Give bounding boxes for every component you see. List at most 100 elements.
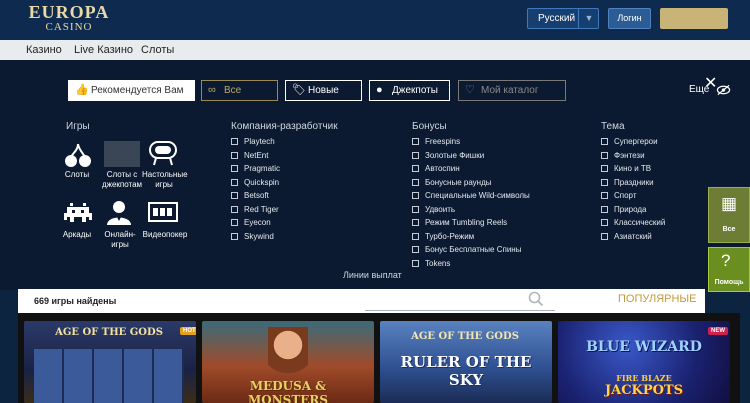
checkbox[interactable] [412,246,419,253]
checkbox[interactable] [601,232,608,240]
checkbox[interactable] [231,192,238,199]
search-input[interactable] [365,310,555,311]
theme-checkbox-row[interactable]: Праздники [601,178,654,188]
provider-checkbox-row[interactable]: Pragmatic [231,164,280,174]
bonuses-heading: Бонусы [412,121,447,132]
help-side-label: Помощь [714,279,744,286]
game-title: MEDUSA & MONSTERS [247,379,329,403]
register-button[interactable] [660,8,728,29]
checkbox[interactable] [601,205,608,213]
checkbox[interactable] [601,219,608,226]
bonus-checkbox-row[interactable]: Бонусные раунды [412,178,492,188]
main-nav: Казино Live Казино Слоты [0,40,750,60]
bonus-option-label: Бонус Бесплатные Спины [425,245,522,254]
checkbox[interactable] [601,138,608,145]
game-card-age-of-the-gods[interactable]: AGE OF THE GODS HOT [24,321,196,403]
theme-checkbox-row[interactable]: Кино и ТВ [601,164,651,174]
checkbox[interactable] [231,178,238,186]
game-type-video-poker[interactable]: Видеопокер [142,230,188,240]
all-games-side-button[interactable]: ▦ Все [708,187,750,243]
theme-checkbox-row[interactable]: Классический [601,218,665,228]
bonus-option-label: Режим Tumbling Reels [425,218,508,227]
bonus-checkbox-row[interactable]: Золотые Фишки [412,151,484,161]
nav-item-slots[interactable]: Слоты [141,44,174,56]
help-side-button[interactable]: ? Помощь [708,247,750,292]
themes-heading: Тема [601,121,625,132]
more-filters-link[interactable]: Еще [689,84,709,95]
checkbox[interactable] [601,151,608,159]
game-card-ruler-of-the-sky[interactable]: AGE OF THE GODS RULER OF THE SKY [380,321,552,403]
checkbox[interactable] [412,178,419,186]
theme-checkbox-row[interactable]: Спорт [601,191,637,201]
checkbox[interactable] [412,192,419,199]
all-games-side-label: Все [722,226,736,233]
checkbox[interactable] [231,151,238,159]
nav-item-casino[interactable]: Казино [26,44,62,56]
casino-logo[interactable]: EUROPA CASINO [24,3,114,33]
game-type-jackpot-slots[interactable]: Слоты с джекпотам [100,170,144,190]
provider-checkbox-row[interactable]: Playtech [231,137,275,147]
sort-popular-button[interactable]: ПОПУЛЯРНЫЕ [618,293,697,305]
checkbox[interactable] [412,165,419,172]
provider-checkbox-row[interactable]: Red Tiger [231,205,279,215]
results-bar: 669 игры найдены ПОПУЛЯРНЫЕ [18,289,705,313]
game-type-online-games[interactable]: Онлайн-игры [100,230,140,250]
theme-option-label: Природа [614,204,647,214]
checkbox[interactable] [412,219,419,226]
bonus-checkbox-row[interactable]: Автоспин [412,164,460,174]
game-type-arcade[interactable]: Аркады [57,230,97,240]
checkbox[interactable] [231,138,238,145]
bonus-checkbox-row[interactable]: Бонус Бесплатные Спины [412,245,521,255]
filter-all-label: Все [224,85,242,96]
login-button[interactable]: Логин [608,8,651,29]
game-type-table-games[interactable]: Настольные игры [142,170,188,190]
filter-all-button[interactable]: ∞ Все [201,80,278,101]
game-card-blue-wizard[interactable]: BLUE WIZARD FIRE BLAZE JACKPOTS NEW [558,321,730,403]
provider-checkbox-row[interactable]: Betsoft [231,191,269,201]
checkbox[interactable] [231,219,238,226]
theme-checkbox-row[interactable]: Супергерои [601,137,658,147]
theme-checkbox-row[interactable]: Азиатский [601,232,652,242]
bonus-checkbox-row[interactable]: Удвоить [412,205,455,215]
checkbox[interactable] [601,165,608,172]
filter-my-catalog-button[interactable]: ♡ Мой каталог [458,80,566,101]
checkbox[interactable] [412,138,419,145]
bonus-option-label: Бонусные раунды [425,177,492,187]
theme-option-label: Азиатский [614,231,652,241]
filter-new-button[interactable]: 🏷 Новые [285,80,362,101]
bonus-checkbox-row[interactable]: Специальные Wild-символы [412,191,530,201]
paylines-heading: Линии выплат [343,270,402,280]
checkbox[interactable] [412,259,419,267]
provider-checkbox-row[interactable]: Eyecon [231,218,271,228]
game-card-medusa-monsters[interactable]: MEDUSA & MONSTERS [202,321,374,403]
grid-icon: ▦ [721,194,738,213]
bonus-checkbox-row[interactable]: Режим Tumbling Reels [412,218,507,228]
checkbox[interactable] [231,205,238,213]
provider-checkbox-row[interactable]: Skywind [231,232,274,242]
theme-checkbox-row[interactable]: Фэнтези [601,151,645,161]
bonus-checkbox-row[interactable]: Tokens [412,259,450,269]
checkbox[interactable] [601,178,608,186]
provider-checkbox-row[interactable]: Quickspin [231,178,279,188]
checkbox[interactable] [231,165,238,172]
game-type-slots[interactable]: Слоты [57,170,97,180]
chevron-down-icon[interactable]: ▼ [578,8,599,29]
checkbox[interactable] [412,232,419,240]
theme-option-label: Спорт [614,191,637,200]
checkbox[interactable] [412,205,419,213]
checkbox[interactable] [412,151,419,159]
theme-option-label: Классический [614,218,666,227]
checkbox[interactable] [231,232,238,240]
bonus-checkbox-row[interactable]: Freespins [412,137,460,147]
filter-recommended-button[interactable]: 👍 Рекомендуется Вам [68,80,195,101]
theme-checkbox-row[interactable]: Природа [601,205,647,215]
search-icon[interactable] [528,291,544,307]
filter-jackpots-button[interactable]: ● Джекпоты [369,80,450,101]
filter-recommended-label: Рекомендуется Вам [91,85,184,96]
checkbox[interactable] [601,192,608,199]
bonus-checkbox-row[interactable]: Турбо-Режим [412,232,474,242]
provider-checkbox-row[interactable]: NetEnt [231,151,268,161]
nav-item-live-casino[interactable]: Live Казино [74,44,133,56]
games-heading: Игры [66,121,90,132]
eye-off-icon[interactable] [716,84,731,96]
